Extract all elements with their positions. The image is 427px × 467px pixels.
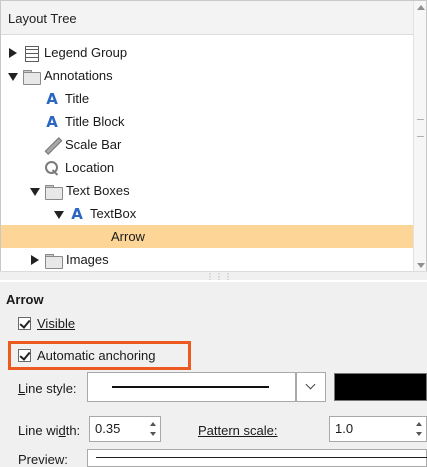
tree-item-textbox[interactable]: A TextBox <box>1 202 415 225</box>
tree-item-text-boxes[interactable]: Text Boxes <box>1 179 415 202</box>
tree-scrollbar[interactable] <box>413 1 426 272</box>
automatic-anchoring-checkbox-row[interactable]: Automatic anchoring <box>18 348 156 363</box>
pane-splitter[interactable]: ⋮⋮⋮ <box>0 271 427 281</box>
tree-item-annotations[interactable]: Annotations <box>1 64 415 87</box>
spin-up-icon[interactable] <box>416 422 422 426</box>
line-color-swatch[interactable] <box>334 373 427 401</box>
pattern-scale-label: Pattern scale: <box>198 423 278 438</box>
tree-item-title[interactable]: A Title <box>1 87 415 110</box>
spin-down-icon[interactable] <box>416 432 422 436</box>
pattern-scale-spin-arrows[interactable] <box>413 417 426 441</box>
line-style-label: Line style: <box>18 381 77 396</box>
visible-checkbox-row[interactable]: Visible <box>18 316 75 331</box>
line-width-value: 0.35 <box>95 421 121 436</box>
line-preview <box>87 449 427 467</box>
automatic-anchoring-checkbox[interactable] <box>18 349 31 362</box>
tree-item-label: Title Block <box>65 114 125 129</box>
text-icon: A <box>46 112 58 131</box>
tree-item-label: Images <box>66 252 109 267</box>
tree-item-images[interactable]: Images <box>1 248 415 271</box>
layout-tree-title: Layout Tree <box>8 11 77 26</box>
tree-item-label: Title <box>65 91 90 106</box>
folder-icon <box>45 252 63 269</box>
layout-tree: Legend Group Annotations A Title A Title… <box>1 35 415 272</box>
tree-item-label: Location <box>65 160 115 175</box>
tree-item-label: Scale Bar <box>65 137 122 152</box>
text-icon: A <box>71 204 83 223</box>
tree-item-label: Text Boxes <box>66 183 130 198</box>
tree-item-label: Legend Group <box>44 45 128 60</box>
line-style-dropdown-button[interactable] <box>296 372 326 402</box>
tree-item-label: Annotations <box>44 68 113 83</box>
tree-item-scale-bar[interactable]: Scale Bar <box>1 133 415 156</box>
automatic-anchoring-label: Automatic anchoring <box>37 348 156 363</box>
location-icon <box>44 160 60 176</box>
spin-down-icon[interactable] <box>150 432 156 436</box>
line-width-spin-arrows[interactable] <box>147 417 160 441</box>
pattern-scale-spinbox[interactable]: 1.0 <box>329 416 427 442</box>
tree-item-label: TextBox <box>90 206 137 221</box>
expand-arrow-icon[interactable] <box>30 254 40 265</box>
collapse-arrow-icon[interactable] <box>30 186 40 196</box>
spin-up-icon[interactable] <box>150 422 156 426</box>
collapse-arrow-icon[interactable] <box>8 71 18 81</box>
folder-icon <box>45 183 63 200</box>
tree-item-title-block[interactable]: A Title Block <box>1 110 415 133</box>
pattern-scale-value: 1.0 <box>335 421 354 436</box>
tree-item-arrow[interactable]: Arrow <box>1 225 415 248</box>
chevron-down-icon <box>305 379 316 390</box>
line-width-spinbox[interactable]: 0.35 <box>89 416 161 442</box>
visible-checkbox[interactable] <box>18 317 31 330</box>
preview-line <box>96 457 427 458</box>
line-width-label: Line width: <box>18 423 81 438</box>
properties-title: Arrow <box>6 292 44 307</box>
tree-item-legend-group[interactable]: Legend Group <box>1 41 415 64</box>
text-icon: A <box>46 89 58 108</box>
scale-bar-icon <box>44 137 60 153</box>
preview-label: Preview: <box>18 452 68 467</box>
scroll-down-arrow-icon[interactable] <box>417 263 425 268</box>
scroll-up-arrow-icon[interactable] <box>417 5 425 10</box>
visible-label: Visible <box>37 316 76 331</box>
tree-item-label: Arrow <box>111 229 145 244</box>
splitter-grip-icon: ⋮⋮⋮ <box>206 272 233 281</box>
line-style-select[interactable] <box>87 372 296 402</box>
layout-tree-panel: Layout Tree Legend Group Annotations A T… <box>0 0 427 280</box>
collapse-arrow-icon[interactable] <box>54 209 64 219</box>
legend-icon <box>23 45 39 62</box>
line-style-sample <box>112 386 269 388</box>
layout-tree-header: Layout Tree <box>1 1 426 35</box>
folder-icon <box>23 68 41 85</box>
expand-arrow-icon[interactable] <box>8 47 18 58</box>
scroll-grip-icon[interactable] <box>417 119 424 137</box>
tree-item-location[interactable]: Location <box>1 156 415 179</box>
